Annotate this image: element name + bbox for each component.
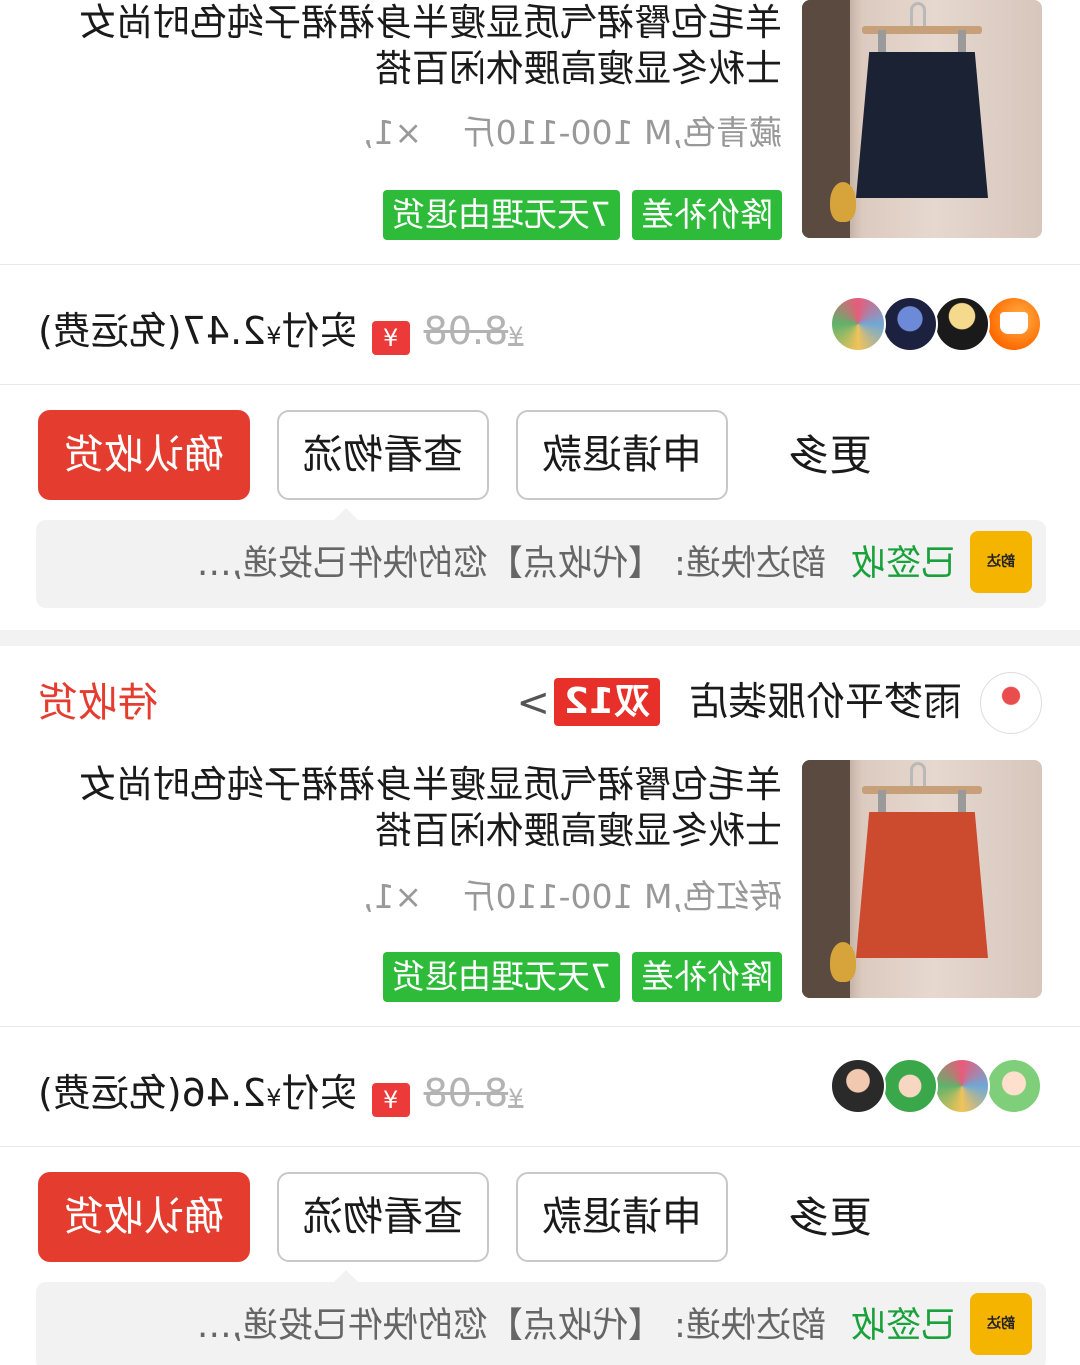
shop-header[interactable]: 雨梦平价服装店 双12 > 待收货 (0, 668, 1080, 738)
order-card-1: 羊毛包臀裙气质显瘦半身裙裙子纯色时尚女士秋冬显瘦高腰休闲百搭 藏青色,M 100… (0, 0, 1080, 630)
signed-status: 已签收 (850, 1306, 956, 1346)
logistics-text: 韵达快递: 【代收点】您的快件已投递,… (196, 1306, 826, 1346)
product-title-2[interactable]: 羊毛包臀裙气质显瘦半身裙裙子纯色时尚女士秋冬显瘦高腰休闲百搭 (62, 762, 782, 854)
confirm-receipt-button[interactable]: 确认收货 (38, 410, 250, 500)
divider (0, 384, 1080, 385)
avatar (934, 296, 990, 352)
skirt-image (856, 52, 988, 198)
avatar (830, 296, 886, 352)
more-button[interactable]: 更多 (760, 1172, 900, 1264)
view-logistics-button[interactable]: 查看物流 (277, 1172, 489, 1262)
logistics-bar-2[interactable]: 韵达 已签收 韵达快递: 【代收点】您的快件已投递,… (36, 1270, 1046, 1365)
divider (0, 264, 1080, 265)
double12-badge: 双12 (553, 678, 660, 726)
avatar (882, 1058, 938, 1114)
product-qty: ×1, (363, 877, 423, 916)
price-summary-2: ¥8.08 ¥ 实付¥2.46(免运费) (38, 1062, 523, 1117)
product-spec-text: 藏青色,M 100-110斤 (462, 113, 782, 152)
signed-status: 已签收 (850, 544, 956, 584)
order-card-2: 雨梦平价服装店 双12 > 待收货 羊毛包臀裙气质显瘦半身裙裙子纯色时尚女士秋冬… (0, 646, 1080, 1365)
confirm-receipt-button[interactable]: 确认收货 (38, 1172, 250, 1262)
divider (0, 1146, 1080, 1147)
product-qty: ×1, (363, 113, 423, 152)
refund-button[interactable]: 申请退款 (516, 410, 728, 500)
avatar (830, 1058, 886, 1114)
divider (0, 1026, 1080, 1027)
tag-7day-return: 7天无理由退货 (383, 952, 620, 1002)
refund-button[interactable]: 申请退款 (516, 1172, 728, 1262)
order-actions-1: 更多 申请退款 查看物流 确认收货 (0, 410, 1080, 502)
order-status: 待收货 (38, 680, 158, 726)
buyer-avatars-2 (830, 1058, 1042, 1114)
logistics-text: 韵达快递: 【代收点】您的快件已投递,… (196, 544, 826, 584)
tag-price-protect: 降价补差 (632, 952, 782, 1002)
tag-7day-return: 7天无理由退货 (383, 190, 620, 240)
product-image-1[interactable] (802, 0, 1042, 238)
skirt-image (856, 812, 988, 958)
order-actions-2: 更多 申请退款 查看物流 确认收货 (0, 1172, 1080, 1264)
order-separator (0, 630, 1080, 646)
paid-amount: 实付¥2.46(免运费) (38, 1071, 358, 1115)
product-spec-1: 藏青色,M 100-110斤 ×1, (363, 106, 782, 154)
carrier-logo-icon: 韵达 (970, 531, 1032, 593)
original-price: ¥8.08 (423, 1071, 524, 1115)
carrier-logo-icon: 韵达 (970, 1293, 1032, 1355)
more-button[interactable]: 更多 (760, 410, 900, 502)
yen-badge-icon: ¥ (371, 321, 410, 355)
paid-amount: 实付¥2.47(免运费) (38, 309, 358, 353)
product-title-1[interactable]: 羊毛包臀裙气质显瘦半身裙裙子纯色时尚女士秋冬显瘦高腰休闲百搭 (62, 0, 782, 92)
product-tags-2: 降价补差 7天无理由退货 (383, 952, 782, 1002)
chevron-right-icon: > (516, 680, 550, 726)
avatar (986, 1058, 1042, 1114)
product-image-2[interactable] (802, 760, 1042, 998)
bag-icon (986, 296, 1042, 352)
original-price: ¥8.08 (423, 309, 524, 353)
logistics-bar-1[interactable]: 韵达 已签收 韵达快递: 【代收点】您的快件已投递,… (36, 508, 1046, 608)
shop-logo (980, 672, 1042, 734)
yen-badge-icon: ¥ (371, 1083, 410, 1117)
view-logistics-button[interactable]: 查看物流 (277, 410, 489, 500)
product-tags-1: 降价补差 7天无理由退货 (383, 190, 782, 240)
avatar (882, 296, 938, 352)
avatar (934, 1058, 990, 1114)
tag-price-protect: 降价补差 (632, 190, 782, 240)
product-spec-2: 砖红色,M 100-110斤 ×1, (363, 870, 782, 918)
shop-name[interactable]: 雨梦平价服装店 (689, 668, 962, 738)
price-summary-1: ¥8.08 ¥ 实付¥2.47(免运费) (38, 300, 523, 355)
product-spec-text: 砖红色,M 100-110斤 (462, 877, 782, 916)
buyer-avatars-1 (830, 296, 1042, 352)
